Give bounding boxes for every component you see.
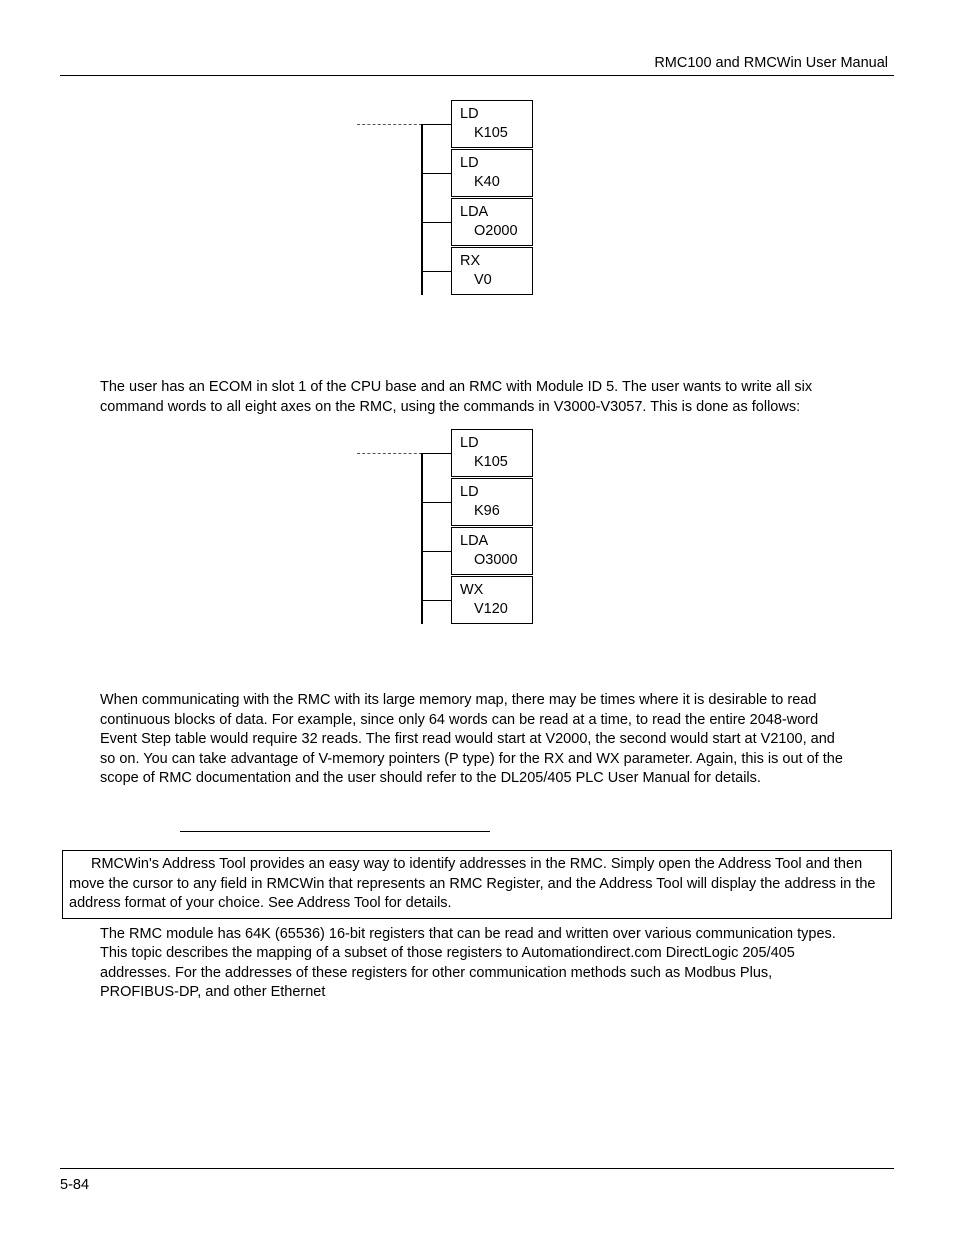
instruction-opcode: WX <box>460 581 526 600</box>
instruction-operand: O2000 <box>460 222 526 241</box>
paragraph-1: The user has an ECOM in slot 1 of the CP… <box>100 378 854 417</box>
ladder-rung: RX V0 <box>421 247 597 296</box>
instruction-operand: K105 <box>460 453 526 472</box>
body-paragraph: When communicating with the RMC with its… <box>100 691 854 789</box>
instruction-opcode: LD <box>460 154 526 173</box>
instruction-box: LDA O3000 <box>451 527 533 575</box>
instruction-box: LDA O2000 <box>451 198 533 246</box>
page-footer: 5-84 <box>60 1168 894 1193</box>
dashed-rail-icon <box>357 453 422 454</box>
ladder-connector-icon <box>421 124 451 125</box>
body-paragraph: The RMC module has 64K (65536) 16-bit re… <box>100 925 854 1003</box>
instruction-box: LD K105 <box>451 100 533 148</box>
instruction-box: RX V0 <box>451 247 533 295</box>
ladder-connector-icon <box>421 453 451 454</box>
section-divider <box>180 831 894 832</box>
ladder-connector-icon <box>421 222 451 223</box>
ladder-rung: LD K96 <box>421 478 597 527</box>
instruction-operand: V120 <box>460 600 526 619</box>
instruction-opcode: LD <box>460 105 526 124</box>
section-rule <box>180 831 490 832</box>
ladder-rung: WX V120 <box>421 576 597 625</box>
footer-rule <box>60 1168 894 1169</box>
ladder-rung: LDA O2000 <box>421 198 597 247</box>
ladder-rung: LD K105 <box>421 429 597 478</box>
ladder-rung: LD K40 <box>421 149 597 198</box>
ladder-rung: LDA O3000 <box>421 527 597 576</box>
ladder-connector-icon <box>421 271 451 272</box>
body-paragraph: The user has an ECOM in slot 1 of the CP… <box>100 378 854 417</box>
paragraph-3: The RMC module has 64K (65536) 16-bit re… <box>100 925 854 1003</box>
paragraph-2: When communicating with the RMC with its… <box>100 691 854 789</box>
dashed-rail-icon <box>357 124 422 125</box>
instruction-operand: K105 <box>460 124 526 143</box>
ladder-rung: LD K105 <box>421 100 597 149</box>
instruction-operand: V0 <box>460 271 526 290</box>
instruction-opcode: LDA <box>460 532 526 551</box>
instruction-operand: K40 <box>460 173 526 192</box>
instruction-box: LD K40 <box>451 149 533 197</box>
instruction-operand: O3000 <box>460 551 526 570</box>
instruction-opcode: LD <box>460 483 526 502</box>
instruction-box: LD K96 <box>451 478 533 526</box>
ladder-connector-icon <box>421 551 451 552</box>
ladder-connector-icon <box>421 600 451 601</box>
header-rule <box>60 75 894 76</box>
instruction-box: WX V120 <box>451 576 533 624</box>
instruction-operand: K96 <box>460 502 526 521</box>
note-box: RMCWin's Address Tool provides an easy w… <box>62 850 892 919</box>
ladder-connector-icon <box>421 173 451 174</box>
instruction-opcode: LD <box>460 434 526 453</box>
ladder-diagram-1: LD K105 LD K40 LDA O2000 <box>60 100 894 296</box>
ladder-diagram-2: LD K105 LD K96 LDA O3000 <box>60 429 894 625</box>
header-title: RMC100 and RMCWin User Manual <box>60 55 894 71</box>
page: RMC100 and RMCWin User Manual LD K105 LD… <box>0 0 954 1235</box>
instruction-opcode: RX <box>460 252 526 271</box>
instruction-box: LD K105 <box>451 429 533 477</box>
instruction-opcode: LDA <box>460 203 526 222</box>
page-number: 5-84 <box>60 1177 894 1193</box>
ladder-connector-icon <box>421 502 451 503</box>
